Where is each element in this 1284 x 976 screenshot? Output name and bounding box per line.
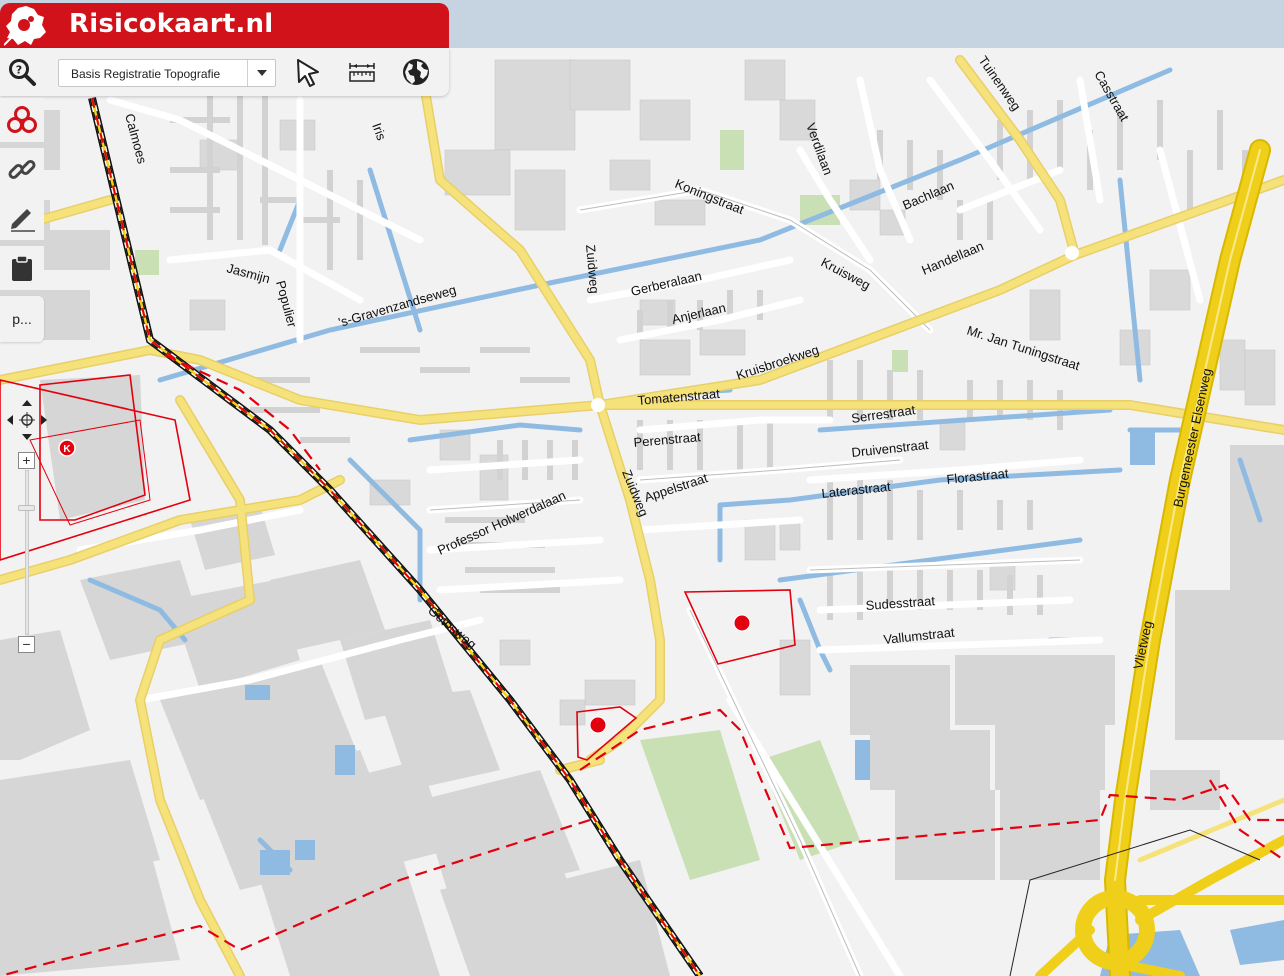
risk-point-marker[interactable] [733,614,751,632]
layer-select-value: Basis Registratie Topografie [71,67,221,81]
pan-left-icon[interactable] [7,415,13,425]
risk-circles-icon [7,106,37,133]
brand-header: Risicokaart.nl [0,3,449,48]
select-tool-button[interactable] [290,55,326,89]
pan-down-icon[interactable] [22,434,32,440]
draw-button[interactable] [0,196,44,240]
zoom-search-button[interactable]: ? [4,55,40,89]
zoom-slider-track[interactable] [25,470,29,635]
pan-up-icon[interactable] [22,400,32,406]
globe-button[interactable] [398,55,434,89]
layer-select[interactable]: Basis Registratie Topografie [58,59,276,87]
measure-tool-button[interactable] [344,55,380,89]
map-canvas[interactable]: K Calmoes Iris Jasmijn Populier 's-Grave… [0,0,1284,976]
zoom-slider-handle[interactable] [18,505,35,511]
link-icon [8,160,36,179]
more-panel-button[interactable]: p... [0,296,44,342]
globe-icon [403,59,429,85]
zoom-in-button[interactable]: + [18,452,35,469]
pencil-icon [11,209,35,232]
svg-text:?: ? [16,64,22,77]
pan-control[interactable] [5,398,49,442]
netherlands-logo-icon [4,6,46,46]
clipboard-button[interactable] [0,246,44,290]
ruler-icon [349,63,375,82]
chevron-down-icon [247,60,275,86]
cursor-icon [297,59,319,87]
clipboard-icon [12,255,32,281]
risk-layers-button[interactable] [0,98,44,142]
pan-right-icon[interactable] [41,415,47,425]
page-title: Risicokaart.nl [69,9,274,39]
zoom-out-button[interactable]: − [18,636,35,653]
risk-k-label: K [63,444,71,455]
risk-k-marker[interactable]: K [58,439,76,457]
risk-point-marker[interactable] [589,716,607,734]
zoom-search-icon: ? [9,59,36,86]
map-toolbar: ? Basis Registratie Topografie [0,48,449,96]
link-button[interactable] [0,148,44,192]
